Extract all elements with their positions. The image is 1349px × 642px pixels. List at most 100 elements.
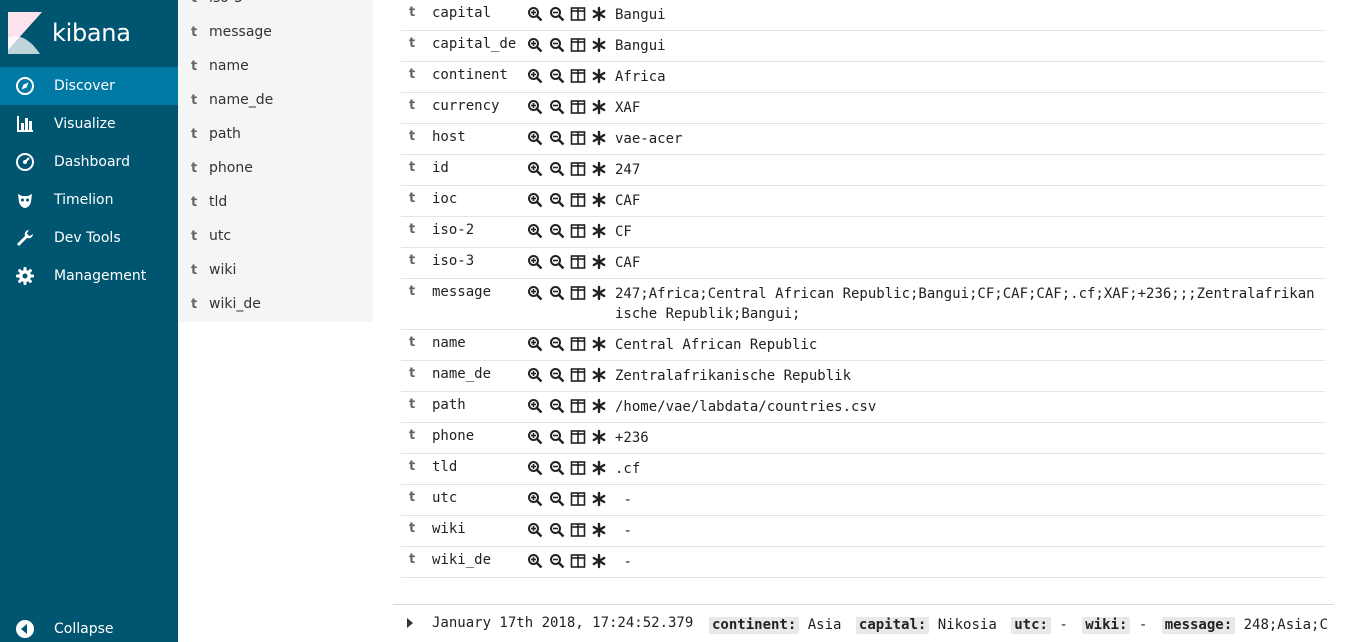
filter-exists-button[interactable]	[591, 429, 607, 445]
field-item-path[interactable]: t path	[178, 118, 373, 152]
filter-out-value-button[interactable]	[549, 192, 565, 208]
filter-exists-button[interactable]	[591, 398, 607, 414]
field-item-name[interactable]: t name	[178, 50, 373, 84]
toggle-column-button[interactable]	[570, 223, 586, 239]
nav-item-discover[interactable]: Discover	[0, 67, 178, 105]
toggle-column-button[interactable]	[570, 161, 586, 177]
filter-out-value-button[interactable]	[549, 336, 565, 352]
filter-exists-button[interactable]	[591, 553, 607, 569]
toggle-column-button[interactable]	[570, 460, 586, 476]
filter-exists-button[interactable]	[591, 285, 607, 301]
toggle-column-button[interactable]	[570, 336, 586, 352]
filter-for-value-button[interactable]	[527, 553, 543, 569]
filter-out-value-button[interactable]	[549, 491, 565, 507]
field-item-utc[interactable]: t utc	[178, 220, 373, 254]
toggle-column-button[interactable]	[570, 491, 586, 507]
summary-value: -	[1138, 617, 1148, 633]
filter-exists-button[interactable]	[591, 161, 607, 177]
filter-for-value-button[interactable]	[527, 398, 543, 414]
toggle-column-button[interactable]	[570, 522, 586, 538]
toggle-column-button[interactable]	[570, 130, 586, 146]
toggle-column-button[interactable]	[570, 37, 586, 53]
field-item-name-de[interactable]: t name_de	[178, 84, 373, 118]
nav-item-dashboard[interactable]: Dashboard	[0, 143, 178, 181]
filter-exists-button[interactable]	[591, 6, 607, 22]
toggle-column-button[interactable]	[570, 285, 586, 301]
collapse-arrow-icon	[16, 620, 34, 638]
filter-for-value-button[interactable]	[527, 68, 543, 84]
filter-exists-button[interactable]	[591, 37, 607, 53]
filter-out-value-button[interactable]	[549, 99, 565, 115]
filter-exists-button[interactable]	[591, 223, 607, 239]
filter-out-value-button[interactable]	[549, 522, 565, 538]
field-value: vae-acer	[615, 131, 683, 147]
wrench-icon	[17, 230, 33, 246]
filter-for-value-button[interactable]	[527, 192, 543, 208]
filter-exists-button[interactable]	[591, 367, 607, 383]
filter-for-value-button[interactable]	[527, 522, 543, 538]
field-item-tld[interactable]: t tld	[178, 186, 373, 220]
filter-for-value-button[interactable]	[527, 223, 543, 239]
zoom-in-filter-icon	[528, 7, 543, 22]
field-item-wiki[interactable]: t wiki	[178, 254, 373, 288]
toggle-column-button[interactable]	[570, 254, 586, 270]
filter-for-value-button[interactable]	[527, 6, 543, 22]
field-name: capital_de	[432, 36, 517, 52]
filter-out-value-button[interactable]	[549, 367, 565, 383]
filter-out-value-button[interactable]	[549, 398, 565, 414]
result-row[interactable]: January 17th 2018, 17:24:52.379 continen…	[393, 604, 1334, 642]
toggle-column-button[interactable]	[570, 99, 586, 115]
filter-out-value-button[interactable]	[549, 460, 565, 476]
field-item-wiki-de[interactable]: t wiki_de	[178, 288, 373, 322]
filter-out-value-button[interactable]	[549, 223, 565, 239]
filter-for-value-button[interactable]	[527, 285, 543, 301]
filter-exists-button[interactable]	[591, 460, 607, 476]
nav-item-dev-tools[interactable]: Dev Tools	[0, 219, 178, 257]
filter-exists-button[interactable]	[591, 522, 607, 538]
kibana-logo[interactable]: kibana	[0, 0, 178, 66]
toggle-column-button[interactable]	[570, 192, 586, 208]
filter-exists-button[interactable]	[591, 192, 607, 208]
filter-for-value-button[interactable]	[527, 367, 543, 383]
filter-for-value-button[interactable]	[527, 460, 543, 476]
filter-exists-button[interactable]	[591, 130, 607, 146]
nav-item-management[interactable]: Management	[0, 257, 178, 295]
toggle-column-button[interactable]	[570, 68, 586, 84]
field-item-phone[interactable]: t phone	[178, 152, 373, 186]
toggle-column-button[interactable]	[570, 6, 586, 22]
toggle-column-button[interactable]	[570, 367, 586, 383]
filter-exists-button[interactable]	[591, 99, 607, 115]
filter-for-value-button[interactable]	[527, 429, 543, 445]
toggle-column-button[interactable]	[570, 429, 586, 445]
filter-out-value-button[interactable]	[549, 285, 565, 301]
filter-for-value-button[interactable]	[527, 254, 543, 270]
filter-for-value-button[interactable]	[527, 491, 543, 507]
field-item-iso-3[interactable]: t iso-3	[178, 0, 373, 16]
filter-exists-button[interactable]	[591, 336, 607, 352]
summary-value: Nikosia	[937, 617, 997, 633]
toggle-column-button[interactable]	[570, 553, 586, 569]
filter-out-value-button[interactable]	[549, 429, 565, 445]
filter-for-value-button[interactable]	[527, 130, 543, 146]
nav-item-visualize[interactable]: Visualize	[0, 105, 178, 143]
filter-out-value-button[interactable]	[549, 161, 565, 177]
filter-out-value-button[interactable]	[549, 553, 565, 569]
filter-out-value-button[interactable]	[549, 37, 565, 53]
filter-out-value-button[interactable]	[549, 68, 565, 84]
filter-out-value-button[interactable]	[549, 254, 565, 270]
filter-exists-button[interactable]	[591, 491, 607, 507]
collapse-button[interactable]: Collapse	[0, 610, 178, 642]
field-item-message[interactable]: t message	[178, 16, 373, 50]
filter-exists-button[interactable]	[591, 254, 607, 270]
filter-exists-button[interactable]	[591, 68, 607, 84]
filter-out-value-button[interactable]	[549, 6, 565, 22]
caret-right-icon[interactable]	[405, 617, 415, 629]
filter-for-value-button[interactable]	[527, 37, 543, 53]
table-row: t wiki_de -	[401, 547, 1325, 578]
filter-for-value-button[interactable]	[527, 161, 543, 177]
filter-for-value-button[interactable]	[527, 99, 543, 115]
filter-out-value-button[interactable]	[549, 130, 565, 146]
filter-for-value-button[interactable]	[527, 336, 543, 352]
toggle-column-button[interactable]	[570, 398, 586, 414]
nav-item-timelion[interactable]: Timelion	[0, 181, 178, 219]
